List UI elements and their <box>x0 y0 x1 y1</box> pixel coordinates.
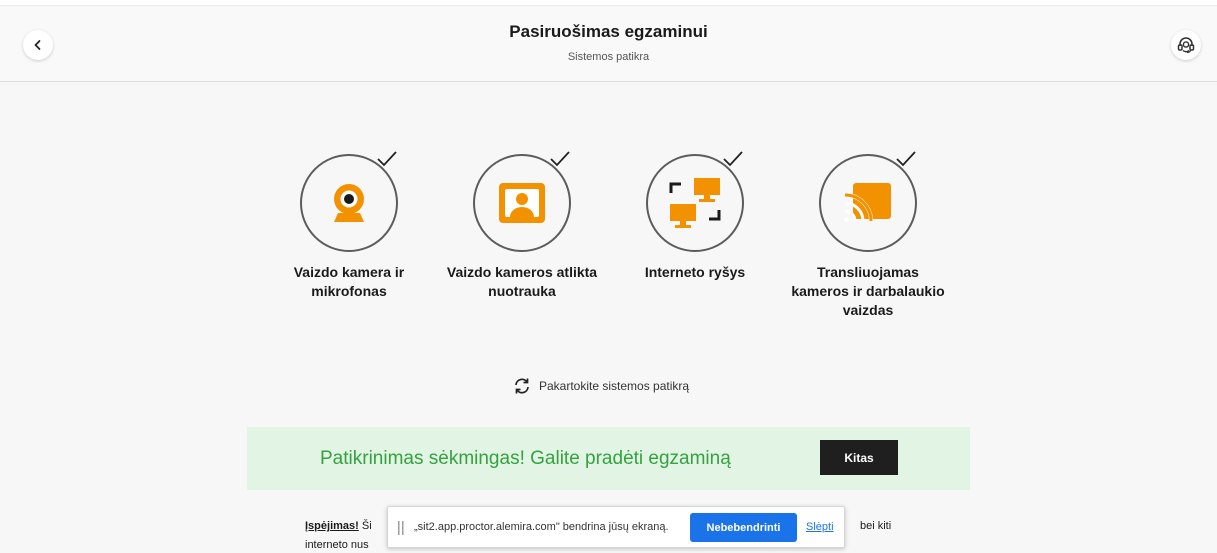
cast-status-circle <box>819 154 917 252</box>
page-subtitle: Sistemos patikra <box>567 51 650 63</box>
retry-label: Pakartokite sistemos patikrą <box>539 379 690 393</box>
check-label: Transliuojamas kameros ir darbalaukio va… <box>791 264 945 318</box>
check-label: Vaizdo kameros atlikta nuotrauka <box>446 264 598 299</box>
photo-icon <box>499 183 545 223</box>
page-title: Pasiruošimas egzaminui <box>509 22 708 41</box>
check-label: Vaizdo kamera ir mikrofonas <box>293 264 405 299</box>
warning-start: Ši <box>361 520 372 532</box>
check-label: Interneto ryšys <box>644 264 746 280</box>
system-check-page: Pasiruošimas egzaminui Sistemos patikra <box>0 0 1217 553</box>
photo-status-circle <box>473 154 571 252</box>
refresh-icon <box>515 378 529 394</box>
warning-tail: bei kiti <box>860 520 892 532</box>
warning-label: Įspėjimas! <box>305 520 359 532</box>
hide-link[interactable]: Slėpti <box>806 521 834 533</box>
retry-system-check-button[interactable]: Pakartokite sistemos patikrą <box>513 376 689 396</box>
stop-sharing-button[interactable]: Nebebendrinti <box>690 513 797 542</box>
support-button[interactable] <box>1171 30 1201 60</box>
headset-icon <box>1177 37 1195 54</box>
webcam-status-circle <box>300 154 398 252</box>
screen-share-bar: „sit2.app.proctor.alemira.com" bendrina … <box>387 506 845 548</box>
warning-line2: interneto nus <box>305 539 369 551</box>
share-message: „sit2.app.proctor.alemira.com" bendrina … <box>414 521 669 533</box>
webcam-icon <box>334 184 364 222</box>
header: Pasiruošimas egzaminui Sistemos patikra <box>0 6 1217 82</box>
success-banner: Patikrinimas sėkmingas! Galite pradėti e… <box>247 427 970 490</box>
network-status-circle <box>646 154 744 252</box>
cast-icon <box>844 183 891 222</box>
next-button[interactable]: Kitas <box>820 440 898 475</box>
success-message: Patikrinimas sėkmingas! Galite pradėti e… <box>320 448 731 469</box>
drag-handle-icon[interactable] <box>398 521 404 535</box>
network-icon <box>669 178 721 228</box>
